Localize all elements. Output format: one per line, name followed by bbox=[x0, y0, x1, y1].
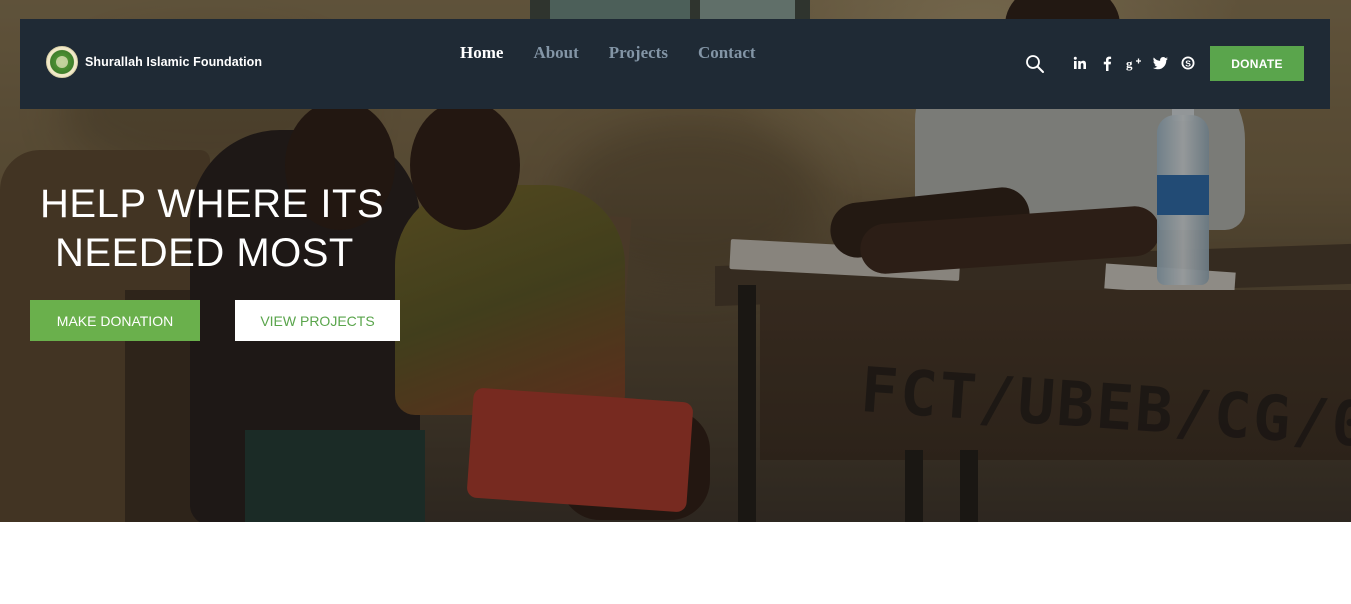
search-icon[interactable] bbox=[1025, 54, 1045, 74]
view-projects-button[interactable]: VIEW PROJECTS bbox=[235, 300, 400, 341]
nav-about[interactable]: About bbox=[533, 43, 578, 63]
linkedin-icon[interactable] bbox=[1071, 54, 1088, 72]
page: FCT/UBEB/CG/01/34/0 Shurallah Islamic Fo… bbox=[0, 0, 1351, 604]
main-nav: Home About Projects Contact bbox=[460, 43, 756, 63]
make-donation-button[interactable]: MAKE DONATION bbox=[30, 300, 200, 341]
site-header: Shurallah Islamic Foundation Home About … bbox=[20, 19, 1330, 109]
skype-icon[interactable]: S bbox=[1179, 54, 1196, 72]
google-plus-icon[interactable]: g bbox=[1125, 54, 1142, 72]
facebook-icon[interactable] bbox=[1098, 54, 1115, 72]
hero-title-line-2: NEEDED MOST bbox=[55, 231, 354, 275]
site-logo-link[interactable]: Shurallah Islamic Foundation bbox=[46, 46, 262, 78]
hero-title: HELP WHERE ITS NEEDED MOST bbox=[40, 180, 384, 278]
content-section bbox=[0, 522, 1351, 604]
nav-contact[interactable]: Contact bbox=[698, 43, 756, 63]
nav-home[interactable]: Home bbox=[460, 43, 503, 63]
foundation-emblem-icon bbox=[46, 46, 78, 78]
donate-button[interactable]: DONATE bbox=[1210, 46, 1304, 81]
svg-text:S: S bbox=[1185, 58, 1191, 68]
hero-title-line-1: HELP WHERE ITS bbox=[40, 182, 385, 226]
nav-projects[interactable]: Projects bbox=[609, 43, 668, 63]
site-name: Shurallah Islamic Foundation bbox=[85, 55, 263, 69]
social-links: g S bbox=[1071, 54, 1196, 72]
svg-text:g: g bbox=[1126, 56, 1133, 71]
twitter-icon[interactable] bbox=[1152, 54, 1169, 72]
